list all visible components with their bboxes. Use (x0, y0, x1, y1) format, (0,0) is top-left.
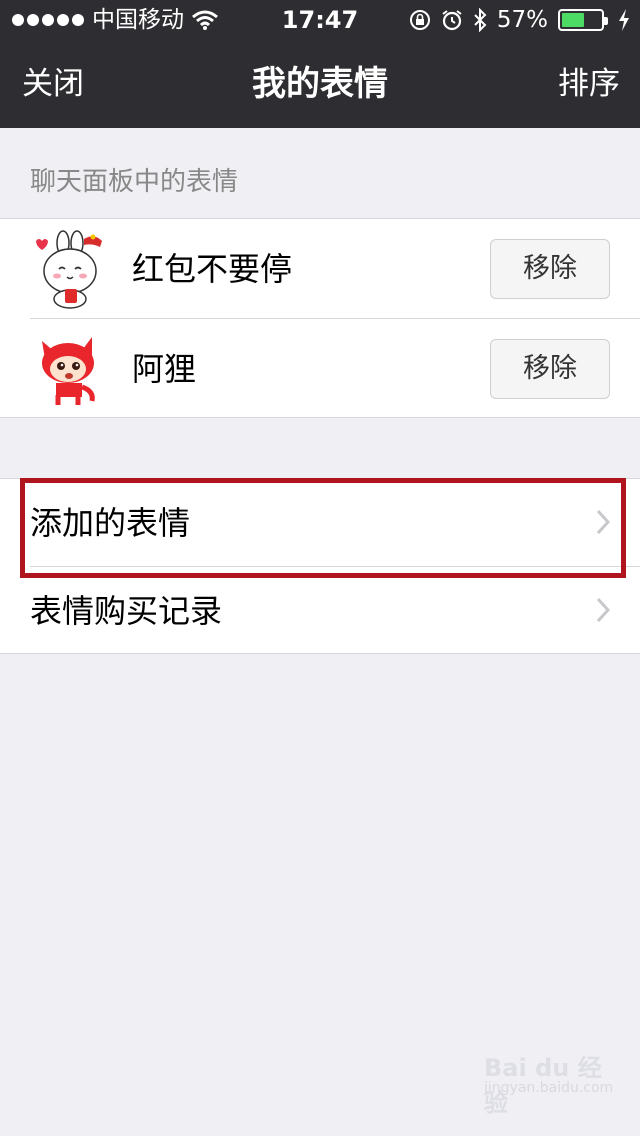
menu-list: 添加的表情 表情购买记录 (0, 478, 640, 654)
sticker-name: 阿狸 (132, 350, 197, 388)
top-bar: 中国移动 17:47 57% 关闭 我的表情 排序 (0, 0, 640, 128)
status-bar: 中国移动 17:47 57% (0, 0, 640, 40)
battery-fill (562, 13, 584, 27)
menu-item-purchase-history[interactable]: 表情购买记录 (0, 567, 640, 654)
navigation-bar: 关闭 我的表情 排序 (0, 40, 640, 128)
watermark-url: jingyan.baidu.com (484, 1080, 614, 1096)
bluetooth-icon (474, 8, 487, 32)
sticker-name: 红包不要停 (132, 250, 293, 288)
fox-sticker-icon (42, 337, 95, 405)
section-header-chat-panel: 聊天面板中的表情 (30, 167, 239, 197)
menu-item-added-stickers[interactable]: 添加的表情 (0, 479, 640, 567)
remove-button[interactable]: 移除 (490, 239, 610, 299)
menu-item-label: 表情购买记录 (30, 592, 223, 630)
alarm-icon (442, 10, 462, 31)
rotation-lock-icon (409, 10, 430, 30)
watermark: Bai du 经验 jingyan.baidu.com (484, 1036, 613, 1117)
page-title: 我的表情 (252, 64, 388, 104)
charging-bolt-icon (619, 9, 629, 31)
status-right: 57% (409, 0, 630, 40)
battery-icon (558, 9, 608, 31)
battery-percent: 57% (496, 7, 548, 33)
sort-button[interactable]: 排序 (558, 62, 620, 106)
sticker-row: 阿狸 移除 (0, 319, 640, 418)
bunny-sticker-icon (36, 230, 102, 309)
menu-item-label: 添加的表情 (30, 504, 191, 542)
chevron-right-icon (596, 509, 610, 535)
remove-button[interactable]: 移除 (490, 339, 610, 399)
chevron-right-icon (596, 597, 610, 623)
sticker-list: 红包不要停 移除 阿狸 移除 (0, 218, 640, 418)
sticker-row: 红包不要停 移除 (0, 219, 640, 319)
